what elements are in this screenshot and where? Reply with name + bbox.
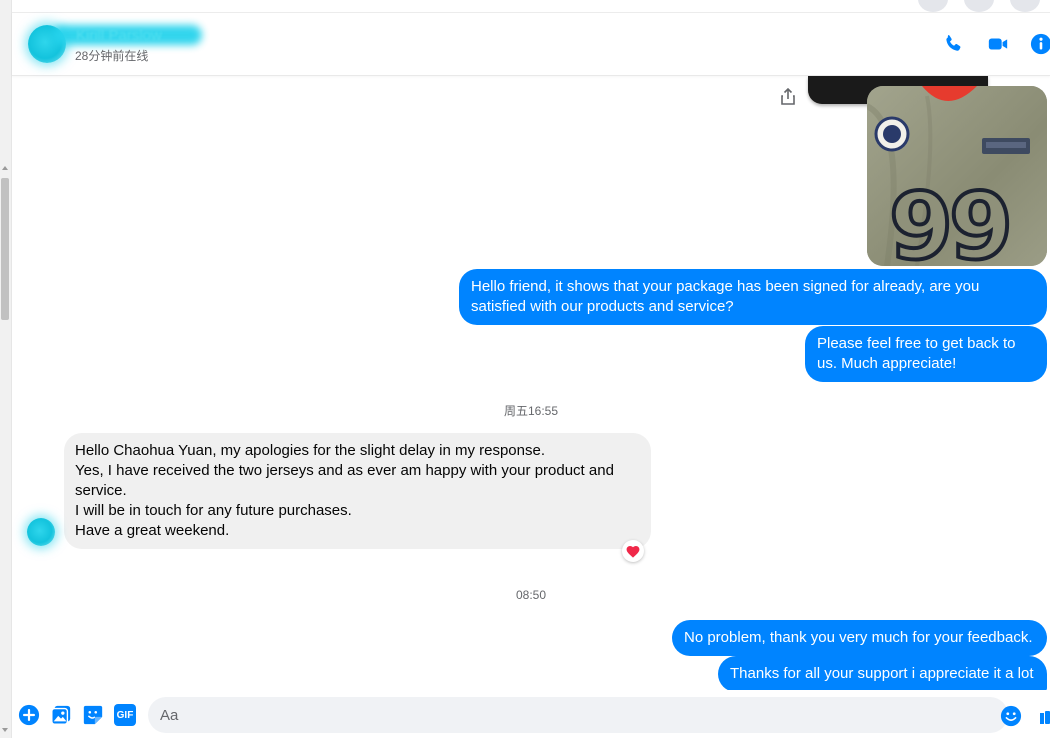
photo-icon[interactable]: [50, 704, 72, 726]
message-line: I will be in touch for any future purcha…: [75, 502, 352, 519]
message-text: Hello friend, it shows that your package…: [471, 278, 980, 315]
message-text: Please feel free to get back to us. Much…: [817, 335, 1016, 372]
jersey-photo[interactable]: 99: [867, 86, 1047, 266]
top-toolbar: [918, 0, 1040, 12]
message-text: No problem, thank you very much for your…: [684, 629, 1033, 646]
scrollbar-thumb[interactable]: [1, 178, 9, 320]
top-button[interactable]: [918, 0, 948, 12]
conversation-header: Kirill Parslow 28分钟前在线: [12, 13, 1050, 76]
outgoing-message[interactable]: No problem, thank you very much for your…: [672, 620, 1047, 656]
jersey-number: 99: [889, 173, 1009, 266]
message-reaction[interactable]: [622, 540, 644, 562]
emoji-icon[interactable]: [1000, 705, 1022, 727]
message-timestamp: 08:50: [515, 588, 547, 602]
message-line: Yes, I have received the two jerseys and…: [75, 462, 614, 499]
heart-icon: [626, 545, 640, 558]
info-icon[interactable]: [1030, 33, 1050, 55]
window-top-strip: [0, 0, 1050, 13]
top-button[interactable]: [1010, 0, 1040, 12]
scrollbar[interactable]: [0, 0, 12, 738]
message-list[interactable]: 99 Hello friend, it shows that your pack…: [12, 76, 1050, 690]
jersey-image: 99: [867, 86, 1047, 266]
gif-icon[interactable]: GIF: [114, 704, 136, 726]
share-icon[interactable]: [780, 88, 796, 106]
outgoing-message[interactable]: Please feel free to get back to us. Much…: [805, 326, 1047, 382]
plus-icon[interactable]: [18, 704, 40, 726]
top-button[interactable]: [964, 0, 994, 12]
message-line: Hello Chaohua Yuan, my apologies for the…: [75, 442, 546, 459]
scroll-down-icon[interactable]: [2, 728, 8, 732]
message-timestamp: 周五16:55: [503, 404, 559, 418]
message-line: Have a great weekend.: [75, 522, 230, 539]
message-text: Thanks for all your support i appreciate…: [730, 665, 1034, 682]
outgoing-message[interactable]: Thanks for all your support i appreciate…: [718, 656, 1047, 690]
incoming-message[interactable]: Hello Chaohua Yuan, my apologies for the…: [64, 433, 651, 549]
video-call-icon[interactable]: [987, 33, 1009, 55]
phone-icon[interactable]: [942, 33, 964, 55]
like-icon[interactable]: [1040, 710, 1050, 724]
scroll-up-icon[interactable]: [2, 166, 8, 170]
contact-avatar-small[interactable]: [27, 518, 55, 546]
sticker-icon[interactable]: [82, 704, 104, 726]
message-composer: GIF: [12, 690, 1050, 738]
outgoing-message[interactable]: Hello friend, it shows that your package…: [459, 269, 1047, 325]
active-status: 28分钟前在线: [75, 49, 149, 63]
contact-name[interactable]: Kirill Parslow: [76, 27, 162, 44]
message-input[interactable]: [148, 697, 1008, 733]
